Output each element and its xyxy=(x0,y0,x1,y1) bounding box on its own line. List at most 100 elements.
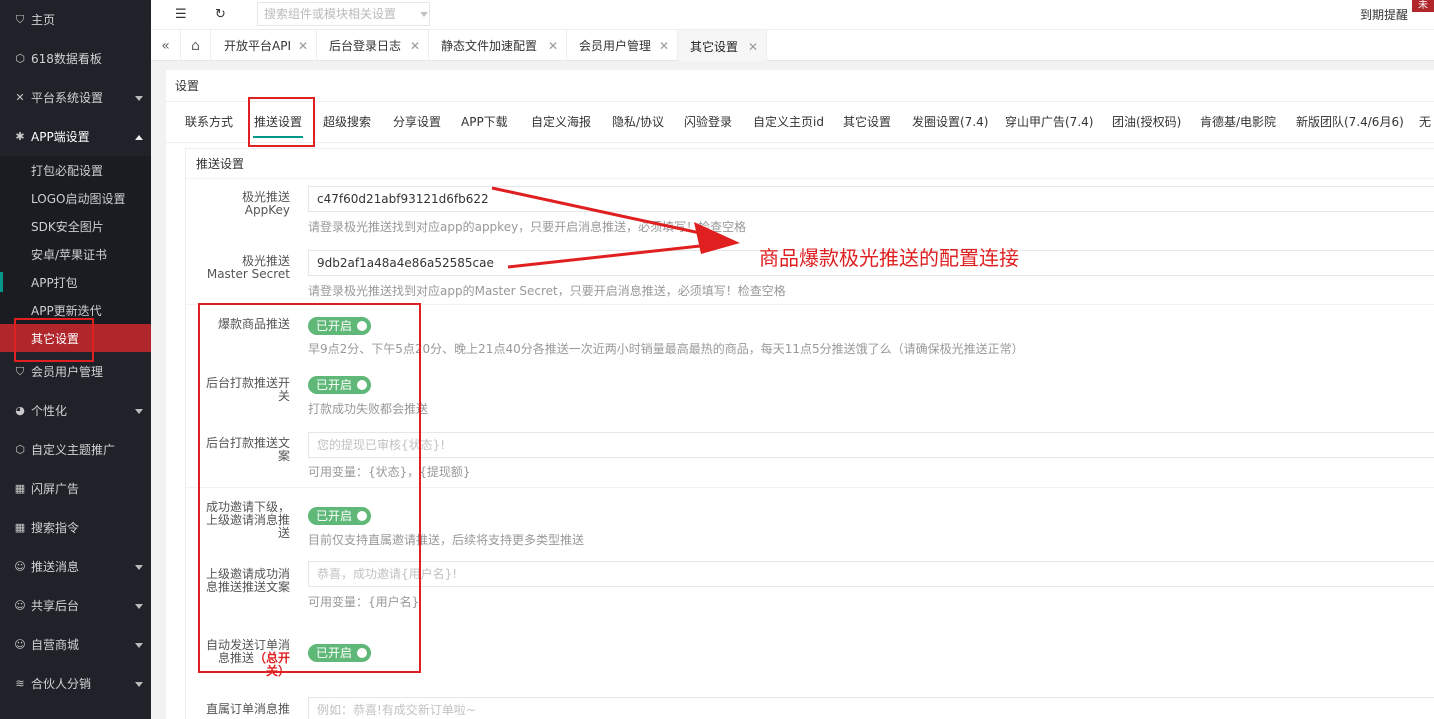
subtab-more[interactable]: 无 xyxy=(1419,102,1431,142)
appkey-hint: 请登录极光推送找到对应app的appkey，只要开启消息推送，必须填写！检查空格 xyxy=(308,220,747,234)
subtab-pangle-ads[interactable]: 穿山甲广告(7.4) xyxy=(1005,102,1093,142)
close-icon[interactable]: ✕ xyxy=(298,39,308,53)
tab-label: 开放平台API xyxy=(224,39,291,53)
sidebar-item-label: APP端设置 xyxy=(31,130,90,144)
highlight-box-sidebar xyxy=(14,318,94,362)
sidebar-item-618[interactable]: ⬡ 618数据看板 xyxy=(0,39,151,78)
secret-label: 极光推送 Master Secret xyxy=(186,255,290,281)
withdraw-text-input[interactable]: 您的提现已审核{状态}! xyxy=(308,432,1434,458)
tab-label: 静态文件加速配置 xyxy=(441,39,538,53)
subtab-privacy[interactable]: 隐私/协议 xyxy=(612,102,664,142)
expire-reminder[interactable]: 到期提醒 xyxy=(1360,6,1408,23)
chevron-down-icon xyxy=(135,642,143,648)
close-icon[interactable]: ✕ xyxy=(410,39,420,53)
menu-fold-icon[interactable]: ☰ xyxy=(175,7,187,22)
sidebar-item-share-admin[interactable]: ☺ 共享后台 xyxy=(0,586,151,625)
panel-title: 推送设置 xyxy=(196,157,245,171)
sidebar-item-label: 个性化 xyxy=(31,404,68,418)
chevron-down-icon xyxy=(420,12,428,17)
tab-member-manage[interactable]: 会员用户管理 ✕ xyxy=(567,30,678,61)
expire-badge: 未 xyxy=(1412,0,1434,12)
subtab-new-team[interactable]: 新版团队(7.4/6月6) xyxy=(1296,102,1404,142)
sub-item-sdk[interactable]: SDK安全图片 xyxy=(0,212,151,240)
direct-order-label: 直属订单消息推 xyxy=(205,702,290,716)
subtab-other[interactable]: 其它设置 xyxy=(843,102,891,142)
subtab-tuanyou[interactable]: 团油(授权码) xyxy=(1112,102,1181,142)
chevron-down-icon xyxy=(135,681,143,687)
search-input[interactable]: 搜索组件或模块相关设置 xyxy=(257,2,430,26)
sidebar-item-search-cmd[interactable]: ▦ 搜索指令 xyxy=(0,508,151,547)
invite-text-input[interactable]: 恭喜，成功邀请{用户名}! xyxy=(308,561,1434,587)
sidebar-item-partner[interactable]: ≋ 合伙人分销 xyxy=(0,664,151,703)
subtab-moments[interactable]: 发圈设置(7.4) xyxy=(912,102,988,142)
home-icon: ⛉ xyxy=(15,12,25,26)
subtab-poster[interactable]: 自定义海报 xyxy=(531,102,591,142)
sidebar-item-mall[interactable]: ☺ 自营商城 xyxy=(0,625,151,664)
close-icon[interactable]: ✕ xyxy=(659,39,669,53)
sidebar-item-push[interactable]: ☺ 推送消息 xyxy=(0,547,151,586)
tab-login-log[interactable]: 后台登录日志 ✕ xyxy=(317,30,429,61)
divider xyxy=(186,178,1434,179)
palette-icon: ◕ xyxy=(15,404,25,417)
label-line: AppKey xyxy=(244,203,290,217)
top-header: ☰ ↻ 搜索组件或模块相关设置 到期提醒 未 xyxy=(151,0,1434,30)
chevron-down-icon xyxy=(135,564,143,570)
grid-icon: ▦ xyxy=(14,482,26,495)
settings-tabs: 联系方式 推送设置 超级搜索 分享设置 APP下载 自定义海报 隐私/协议 闪验… xyxy=(166,102,1434,142)
sub-item-app-pack[interactable]: APP打包 xyxy=(0,268,151,296)
close-icon[interactable]: ✕ xyxy=(548,39,558,53)
subtab-flash-login[interactable]: 闪验登录 xyxy=(684,102,732,142)
sub-item-logo[interactable]: LOGO启动图设置 xyxy=(0,184,151,212)
annotation-text: 商品爆款极光推送的配置连接 xyxy=(759,246,1019,270)
close-icon[interactable]: ✕ xyxy=(748,40,758,54)
sidebar-item-label: 推送消息 xyxy=(31,560,80,574)
chevron-down-icon xyxy=(135,603,143,609)
sidebar-item-label: 平台系统设置 xyxy=(31,91,104,105)
subtab-app-download[interactable]: APP下载 xyxy=(461,102,508,142)
divider xyxy=(166,142,1434,143)
user-icon: ☺ xyxy=(14,638,26,651)
refresh-icon[interactable]: ↻ xyxy=(215,7,226,22)
sidebar-item-personalize[interactable]: ◕ 个性化 xyxy=(0,391,151,430)
direct-order-input[interactable]: 例如：恭喜!有成交新订单啦~ xyxy=(308,697,1434,719)
tab-label: 会员用户管理 xyxy=(579,39,652,53)
subtab-kfc-cinema[interactable]: 肯德基/电影院 xyxy=(1200,102,1276,142)
sidebar-item-theme[interactable]: ⬡ 自定义主题推广 xyxy=(0,430,151,469)
sidebar-item-splash[interactable]: ▦ 闪屏广告 xyxy=(0,469,151,508)
sidebar-item-label: 618数据看板 xyxy=(31,52,102,66)
label-line: Master Secret xyxy=(206,267,290,281)
highlight-box-switches xyxy=(198,303,421,673)
shield-icon: ⛉ xyxy=(15,364,25,378)
home-tab-icon[interactable]: ⌂ xyxy=(181,30,211,61)
sidebar-item-label: 主页 xyxy=(31,13,56,27)
tools-icon: ✕ xyxy=(15,91,25,104)
sub-item-cert[interactable]: 安卓/苹果证书 xyxy=(0,240,151,268)
cube-icon: ⬡ xyxy=(15,52,25,65)
chevron-up-icon xyxy=(135,134,143,140)
tab-other-settings[interactable]: 其它设置 ✕ xyxy=(678,30,767,61)
subtab-super-search[interactable]: 超级搜索 xyxy=(323,102,371,142)
sub-item-pack-config[interactable]: 打包必配设置 xyxy=(0,156,151,184)
tabs-prev-icon[interactable]: « xyxy=(151,30,181,61)
sidebar-item-label: 自定义主题推广 xyxy=(31,443,116,457)
sidebar-item-label: 合伙人分销 xyxy=(31,677,92,691)
page-tabs-bar: « ⌂ 开放平台API ✕ 后台登录日志 ✕ 静态文件加速配置 ✕ 会员用户管理 ✕ 其… xyxy=(151,30,1434,61)
sidebar-item-app[interactable]: ✱ APP端设置 xyxy=(0,117,151,156)
appkey-label: 极光推送 AppKey xyxy=(186,191,290,217)
subtab-custom-home[interactable]: 自定义主页id xyxy=(753,102,824,142)
sidebar-item-label: 闪屏广告 xyxy=(31,482,80,496)
subtab-contact[interactable]: 联系方式 xyxy=(185,102,233,142)
page-title: 设置 xyxy=(175,79,200,93)
cube-icon: ⬡ xyxy=(15,443,25,456)
layers-icon: ≋ xyxy=(15,677,25,690)
tab-static-accel[interactable]: 静态文件加速配置 ✕ xyxy=(429,30,567,61)
subtab-share[interactable]: 分享设置 xyxy=(393,102,441,142)
tab-open-api[interactable]: 开放平台API ✕ xyxy=(212,30,317,61)
sidebar-item-home[interactable]: ⛉ 主页 xyxy=(0,0,151,39)
appkey-input[interactable]: c47f60d21abf93121d6fb622 xyxy=(308,186,1434,212)
user-icon: ☺ xyxy=(14,560,26,573)
user-icon: ☺ xyxy=(14,599,26,612)
grid-icon: ▦ xyxy=(14,521,26,534)
sidebar-item-platform[interactable]: ✕ 平台系统设置 xyxy=(0,78,151,117)
highlight-box-push-tab xyxy=(248,97,315,147)
